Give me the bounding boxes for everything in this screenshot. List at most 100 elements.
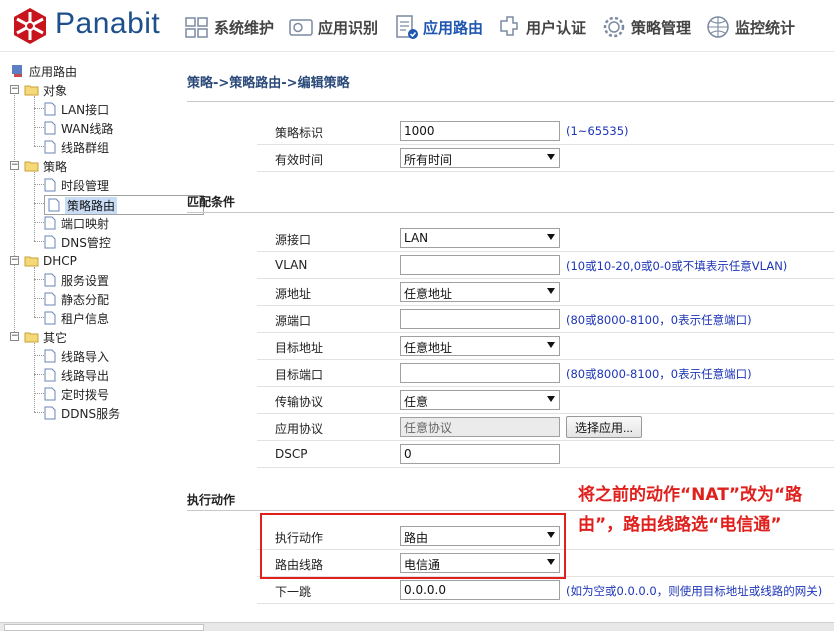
tree-line — [34, 241, 44, 242]
tree-line — [14, 88, 15, 336]
section-title-action: 执行动作 — [187, 493, 236, 507]
policy-id-hint: (1~65535) — [566, 124, 629, 138]
tree-item-ddns[interactable]: DDNS服务 — [44, 404, 120, 422]
brand-name: Panabit — [55, 7, 161, 40]
collapse-toggle[interactable]: − — [10, 85, 19, 94]
src-interface-select[interactable]: LAN — [400, 228, 560, 248]
routing-root-icon — [12, 65, 22, 77]
row-vlan: VLAN (10或10-20,0或0-0或不填表示任意VLAN) — [257, 252, 834, 279]
tree-line — [34, 393, 44, 394]
transport-protocol-select[interactable]: 任意 — [400, 390, 560, 410]
section-title-match: 匹配条件 — [187, 195, 236, 209]
nav-policy-management[interactable]: 策略管理 — [600, 12, 691, 42]
tree-item-service-settings[interactable]: 服务设置 — [44, 271, 109, 289]
document-icon — [48, 198, 60, 212]
row-dst-port: 目标端口 (80或8000-8100，0表示任意端口) — [257, 360, 834, 387]
tree-line — [34, 222, 44, 223]
app-protocol-input — [400, 417, 560, 437]
tree-item-port-mapping[interactable]: 端口映射 — [44, 214, 109, 232]
tree-line — [34, 267, 35, 317]
app-routing-icon — [396, 15, 418, 39]
tree-group-policy[interactable]: 策略 — [24, 157, 67, 175]
nav-label: 用户认证 — [526, 18, 587, 37]
tree-line — [34, 343, 35, 412]
collapse-toggle[interactable]: − — [10, 332, 19, 341]
app-window: Panabit 系统维护 应用识别 应用路由 用户认证 策略管理 监控统计 应用… — [0, 0, 834, 631]
document-icon — [44, 140, 56, 154]
scrollbar-thumb[interactable] — [4, 624, 204, 631]
tree-item-static-allocation[interactable]: 静态分配 — [44, 290, 109, 308]
tree-item-line-export[interactable]: 线路导出 — [44, 366, 109, 384]
nav-app-routing[interactable]: 应用路由 — [392, 12, 483, 42]
nav-user-auth[interactable]: 用户认证 — [495, 12, 586, 42]
document-icon — [44, 121, 56, 135]
tree-line — [34, 127, 44, 128]
nav-label: 系统维护 — [214, 18, 275, 37]
folder-open-icon — [24, 161, 39, 172]
src-port-hint: (80或8000-8100，0表示任意端口) — [566, 313, 752, 327]
nav-app-recognition[interactable]: 应用识别 — [287, 12, 378, 42]
nav-label: 策略管理 — [631, 18, 692, 37]
nav-label: 应用识别 — [318, 18, 379, 37]
tree-group-other[interactable]: 其它 — [24, 328, 67, 346]
nav-system-maintenance[interactable]: 系统维护 — [183, 12, 274, 42]
vlan-hint: (10或10-20,0或0-0或不填表示任意VLAN) — [566, 259, 788, 273]
dropdown-arrow-icon — [547, 234, 555, 240]
user-auth-icon — [500, 16, 518, 36]
tree-item-wan[interactable]: WAN线路 — [44, 119, 113, 137]
tree-item-time-management[interactable]: 时段管理 — [44, 176, 109, 194]
tree-item-line-group[interactable]: 线路群组 — [44, 138, 109, 156]
tree-line — [34, 146, 44, 147]
divider — [187, 212, 834, 213]
row-transport-protocol: 传输协议 任意 — [257, 387, 834, 414]
tree-item-dns-control[interactable]: DNS管控 — [44, 233, 111, 251]
tree-item-scheduled-dial[interactable]: 定时拨号 — [44, 385, 109, 403]
breadcrumb: 策略->策略路由->编辑策略 — [187, 76, 350, 91]
tree-line — [34, 279, 44, 280]
next-hop-input[interactable] — [400, 580, 560, 600]
tree-group-dhcp[interactable]: DHCP — [24, 252, 77, 270]
tree-line — [34, 374, 44, 375]
tree-line — [34, 96, 35, 146]
document-icon — [44, 235, 56, 249]
vlan-input[interactable] — [400, 255, 560, 275]
collapse-toggle[interactable]: − — [10, 256, 19, 265]
src-port-input[interactable] — [400, 309, 560, 329]
tree-item-policy-routing[interactable]: 策略路由 — [44, 195, 204, 215]
next-hop-hint: (如为空或0.0.0.0，则使用目标地址或线路的网关) — [566, 584, 823, 598]
src-address-select[interactable]: 任意地址 — [400, 282, 560, 302]
select-app-button[interactable]: 选择应用... — [566, 416, 643, 438]
folder-open-icon — [24, 332, 39, 343]
tree-line — [34, 184, 44, 185]
tree-item-lan[interactable]: LAN接口 — [44, 100, 109, 118]
policy-id-input[interactable] — [400, 121, 560, 141]
document-icon — [44, 102, 56, 116]
document-icon — [44, 273, 56, 287]
valid-time-select[interactable]: 所有时间 — [400, 148, 560, 168]
document-icon — [44, 387, 56, 401]
folder-open-icon — [24, 85, 39, 96]
document-icon — [44, 406, 56, 420]
nav-label: 应用路由 — [423, 18, 484, 37]
tree-item-line-import[interactable]: 线路导入 — [44, 347, 109, 365]
tree-line — [34, 172, 35, 241]
system-icon — [185, 17, 208, 38]
document-icon — [44, 292, 56, 306]
row-valid-time: 有效时间 所有时间 — [257, 145, 834, 172]
row-src-address: 源地址 任意地址 — [257, 279, 834, 306]
row-dst-address: 目标地址 任意地址 — [257, 333, 834, 360]
dst-address-select[interactable]: 任意地址 — [400, 336, 560, 356]
nav-monitor-statistics[interactable]: 监控统计 — [704, 12, 795, 42]
collapse-toggle[interactable]: − — [10, 161, 19, 170]
tree-root-app-routing[interactable]: 应用路由 — [10, 62, 77, 80]
dst-port-input[interactable] — [400, 363, 560, 383]
nav-label: 监控统计 — [735, 18, 796, 37]
sidebar-tree: 应用路由 − 对象 LAN接口 WAN线路 线路群组 − 策略 时段管理 策略路… — [0, 60, 204, 620]
tree-item-lease-info[interactable]: 租户信息 — [44, 309, 109, 327]
row-next-hop: 下一跳 (如为空或0.0.0.0，则使用目标地址或线路的网关) — [257, 577, 834, 604]
row-dscp: DSCP — [257, 441, 834, 468]
dscp-input[interactable] — [400, 444, 560, 464]
dropdown-arrow-icon — [547, 154, 555, 160]
tree-group-objects[interactable]: 对象 — [24, 81, 67, 99]
dropdown-arrow-icon — [547, 342, 555, 348]
